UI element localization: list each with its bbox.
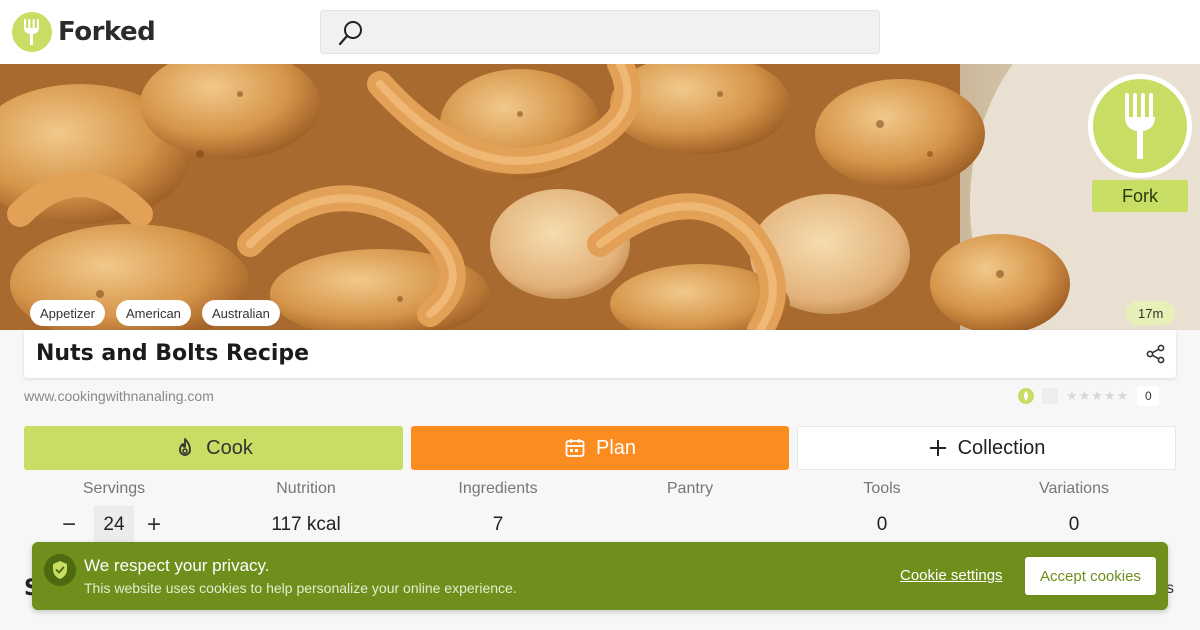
variations-label: Variations [1039, 480, 1109, 497]
rating-bar: ★★★★★ 0 [1018, 386, 1160, 406]
page-title: Nuts and Bolts Recipe [36, 341, 310, 366]
fork-button[interactable]: Fork [1092, 180, 1188, 212]
ingredients-value[interactable]: 7 [402, 514, 594, 536]
cook-label: Cook [206, 436, 253, 459]
servings-decrement-button[interactable]: − [62, 512, 76, 538]
servings-increment-button[interactable]: + [147, 512, 161, 538]
cookie-description: This website uses cookies to help person… [84, 580, 517, 596]
cookie-banner: We respect your privacy. This website us… [32, 542, 1168, 610]
forked-logo[interactable]: Forked [12, 12, 156, 52]
nutrition-value[interactable]: 117 kcal [210, 514, 402, 536]
tag-appetizer[interactable]: Appetizer [30, 300, 105, 326]
tools-label: Tools [863, 480, 901, 497]
top-header: Forked [0, 0, 1200, 64]
tag-australian[interactable]: Australian [202, 300, 280, 326]
plus-icon [928, 438, 948, 458]
shield-check-icon [44, 554, 76, 586]
pantry-label: Pantry [666, 480, 714, 497]
recipe-hero-image [0, 64, 1200, 330]
cook-button[interactable]: Cook [24, 426, 403, 470]
calendar-icon [564, 437, 586, 459]
rating-count: 0 [1137, 386, 1160, 406]
plan-button[interactable]: Plan [411, 426, 789, 470]
fork-badge-icon[interactable] [1088, 74, 1192, 178]
accept-cookies-button[interactable]: Accept cookies [1025, 557, 1156, 595]
leaf-icon [1018, 388, 1034, 404]
add-collection-button[interactable]: Collection [797, 426, 1176, 470]
recipe-title-card: Nuts and Bolts Recipe [24, 330, 1176, 378]
placeholder-box [1042, 388, 1058, 404]
search-input[interactable] [320, 10, 880, 54]
search-icon [337, 19, 365, 51]
tag-american[interactable]: American [116, 300, 191, 326]
fork-logo-icon [12, 12, 52, 52]
flame-icon [174, 437, 196, 459]
servings-value[interactable]: 24 [94, 506, 134, 544]
plan-label: Plan [595, 436, 637, 459]
recipe-source-link[interactable]: www.cookingwithnanaling.com [24, 388, 214, 404]
servings-label: Servings [82, 480, 146, 497]
ingredients-label: Ingredients [458, 480, 538, 497]
app-name: Forked [58, 17, 156, 47]
star-rating[interactable]: ★★★★★ [1066, 389, 1129, 404]
share-icon[interactable] [1146, 344, 1166, 368]
variations-value[interactable]: 0 [978, 514, 1170, 536]
tools-value[interactable]: 0 [786, 514, 978, 536]
collection-label: Collection [957, 436, 1046, 459]
nutrition-label: Nutrition [276, 480, 336, 497]
cookie-title: We respect your privacy. [84, 556, 270, 575]
cookie-settings-link[interactable]: Cookie settings [900, 567, 1003, 584]
time-badge: 17m [1126, 301, 1176, 325]
